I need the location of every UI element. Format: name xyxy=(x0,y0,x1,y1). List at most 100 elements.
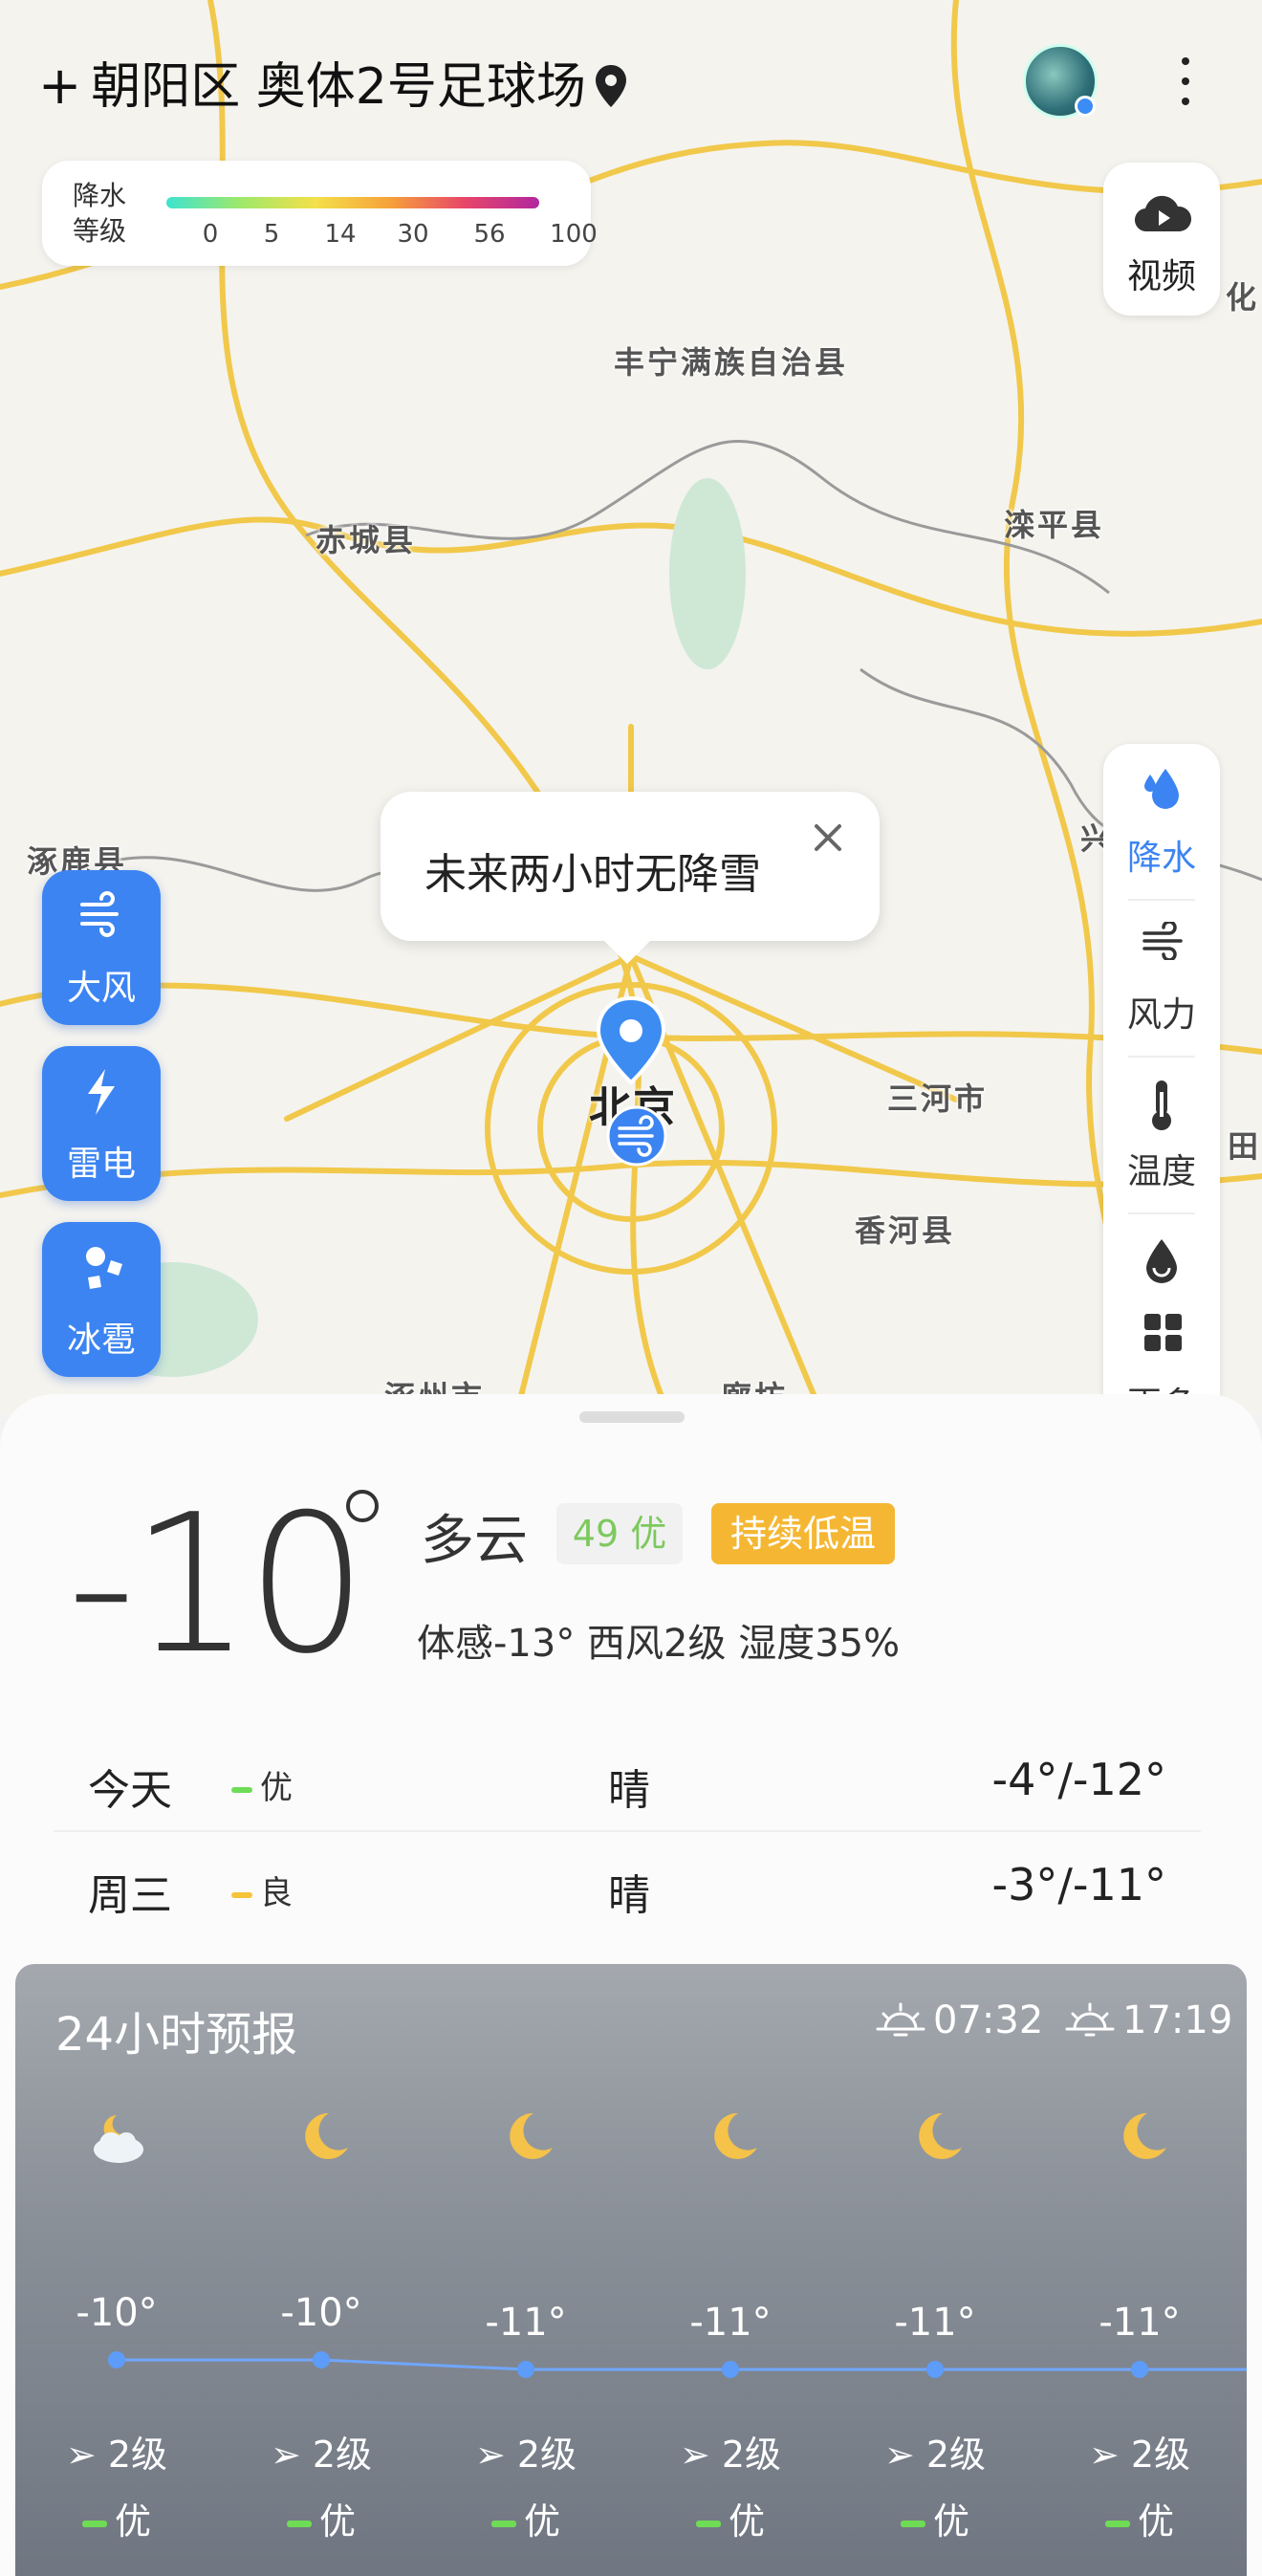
aqi-indicator xyxy=(1104,2521,1130,2527)
hail-alert-label: 冰雹 xyxy=(66,1321,136,1360)
hourly-aqi: 优 xyxy=(449,2492,602,2544)
weather-map[interactable]: 丰宁满族自治县 赤城县 滦平县 涿鹿县 三河市 香河县 北京 涿州市 廊坊 化 … xyxy=(0,0,1262,1415)
hourly-item: -11° ➢ 2级优 xyxy=(449,1964,602,2576)
hourly-wind-level: 2级 xyxy=(107,2434,168,2476)
hourly-aqi: 优 xyxy=(654,2492,807,2544)
hourly-wind: ➢ 2级 xyxy=(245,2425,398,2478)
day-name: 周三 xyxy=(88,1871,172,1920)
thermometer-icon xyxy=(1152,1081,1171,1130)
day-weather: 晴 xyxy=(608,1871,650,1920)
hourly-temp: -10° xyxy=(280,2291,362,2335)
legend-tick: 0 xyxy=(202,220,219,249)
legend-tick: 100 xyxy=(550,220,598,249)
lightning-alert-label: 雷电 xyxy=(66,1145,136,1184)
sheet-handle[interactable] xyxy=(579,1411,685,1423)
plus-icon[interactable]: + xyxy=(38,55,81,116)
hourly-aqi-label: 优 xyxy=(728,2500,765,2543)
hourly-temp: -11° xyxy=(689,2301,772,2345)
popup-text: 未来两小时无降雪 xyxy=(424,850,761,899)
legend-tick: 30 xyxy=(397,220,429,249)
aqi-indicator xyxy=(231,1891,252,1898)
degree-symbol xyxy=(346,1490,379,1522)
lightning-alert-button[interactable]: 雷电 xyxy=(42,1046,161,1201)
hourly-aqi-label: 优 xyxy=(114,2500,151,2543)
more-vertical-icon[interactable] xyxy=(1166,50,1205,117)
day-aqi-label: 优 xyxy=(260,1769,293,1807)
hourly-aqi-label: 优 xyxy=(1137,2500,1174,2543)
hourly-wind: ➢ 2级 xyxy=(449,2425,602,2478)
location-header[interactable]: + 朝阳区 奥体2号足球场 xyxy=(38,46,628,118)
day-aqi: 良 xyxy=(231,1867,293,1913)
map-pin-icon xyxy=(595,65,626,107)
day-weather: 晴 xyxy=(608,1766,650,1815)
daily-row[interactable]: 今天 优 晴 -4°/-12° xyxy=(54,1727,1201,1832)
map-label-chicheng: 赤城县 xyxy=(316,522,417,558)
layer-precipitation[interactable]: 降水 xyxy=(1103,744,1220,899)
hourly-aqi-label: 优 xyxy=(318,2500,356,2543)
layer-selector: 降水 风力 温度 更多 xyxy=(1103,744,1220,1415)
map-label-fengning: 丰宁满族自治县 xyxy=(614,344,849,381)
location-pin-icon[interactable] xyxy=(595,994,667,1086)
weather-alert-badge[interactable]: 持续低温 xyxy=(711,1503,895,1564)
layer-label: 温度 xyxy=(1126,1152,1196,1191)
video-button[interactable]: 视频 xyxy=(1103,163,1220,316)
aqi-indicator xyxy=(900,2521,925,2527)
humidity-icon xyxy=(1146,1239,1177,1283)
hail-icon xyxy=(86,1247,122,1289)
cloud-play-icon xyxy=(1135,195,1191,232)
hourly-wind: ➢ 2级 xyxy=(40,2425,193,2478)
legend-color-bar xyxy=(166,197,539,208)
wind-alert-button[interactable]: 大风 xyxy=(42,870,161,1025)
hourly-wind: ➢ 2级 xyxy=(654,2425,807,2478)
wind-direction-icon: ➢ xyxy=(270,2434,313,2476)
current-condition: 多云 xyxy=(421,1510,528,1572)
location-name: 朝阳区 奥体2号足球场 xyxy=(91,58,586,116)
hourly-aqi: 优 xyxy=(1063,2492,1216,2544)
aqi-indicator xyxy=(231,1786,252,1793)
hourly-item: -10° ➢ 2级优 xyxy=(245,1964,398,2576)
wind-icon xyxy=(1142,922,1183,960)
aqi-indicator xyxy=(490,2521,516,2527)
legend-tick: 5 xyxy=(263,220,280,249)
hourly-aqi-label: 优 xyxy=(523,2500,560,2543)
hourly-wind: ➢ 2级 xyxy=(1063,2425,1216,2478)
hourly-wind-level: 2级 xyxy=(312,2434,373,2476)
hail-alert-button[interactable]: 冰雹 xyxy=(42,1222,161,1377)
legend-tick: 14 xyxy=(324,220,357,249)
hourly-wind-level: 2级 xyxy=(516,2434,577,2476)
hourly-temp: -11° xyxy=(485,2301,567,2345)
hourly-forecast-panel[interactable]: 24小时预报 07:32 17:19 -10° ➢ 2级优 -10° ➢ 2级优 -11… xyxy=(15,1964,1247,2576)
hourly-temp: -11° xyxy=(894,2301,976,2345)
hourly-item: -11° ➢ 2级优 xyxy=(654,1964,807,2576)
close-icon[interactable] xyxy=(809,819,847,857)
hourly-aqi-label: 优 xyxy=(932,2500,969,2543)
day-name: 今天 xyxy=(88,1766,172,1815)
day-aqi-label: 良 xyxy=(260,1874,293,1912)
layer-temperature[interactable]: 温度 xyxy=(1103,1058,1220,1212)
layer-wind[interactable]: 风力 xyxy=(1103,901,1220,1056)
aqi-indicator xyxy=(286,2521,312,2527)
daily-row[interactable]: 周三 良 晴 -3°/-11° xyxy=(54,1832,1201,1937)
wind-alert-label: 大风 xyxy=(66,969,136,1008)
hourly-aqi: 优 xyxy=(40,2492,193,2544)
map-label-luanping: 滦平县 xyxy=(1004,507,1105,543)
layer-label: 降水 xyxy=(1126,839,1196,878)
wind-direction-icon: ➢ xyxy=(1088,2434,1131,2476)
hourly-temp: -10° xyxy=(76,2291,158,2335)
map-label-edge-tian: 田 xyxy=(1228,1128,1262,1165)
day-aqi: 优 xyxy=(231,1761,293,1808)
current-temperature: -10 xyxy=(67,1474,368,1696)
legend-tick: 56 xyxy=(473,220,506,249)
aqi-badge[interactable]: 49 优 xyxy=(556,1503,683,1564)
precipitation-legend: 降水等级 0 5 14 30 56 100 xyxy=(42,161,598,266)
aqi-indicator xyxy=(695,2521,721,2527)
hourly-wind-level: 2级 xyxy=(1130,2434,1191,2476)
hourly-aqi: 优 xyxy=(245,2492,398,2544)
hourly-item: -11° ➢ 2级优 xyxy=(859,1964,1012,2576)
wind-direction-icon: ➢ xyxy=(65,2434,108,2476)
wind-marker-icon[interactable] xyxy=(602,1105,671,1174)
hourly-aqi: 优 xyxy=(859,2492,1012,2544)
day-temp-range: -4°/-12° xyxy=(991,1754,1167,1805)
lightning-icon xyxy=(88,1069,115,1115)
hourly-wind-level: 2级 xyxy=(721,2434,782,2476)
